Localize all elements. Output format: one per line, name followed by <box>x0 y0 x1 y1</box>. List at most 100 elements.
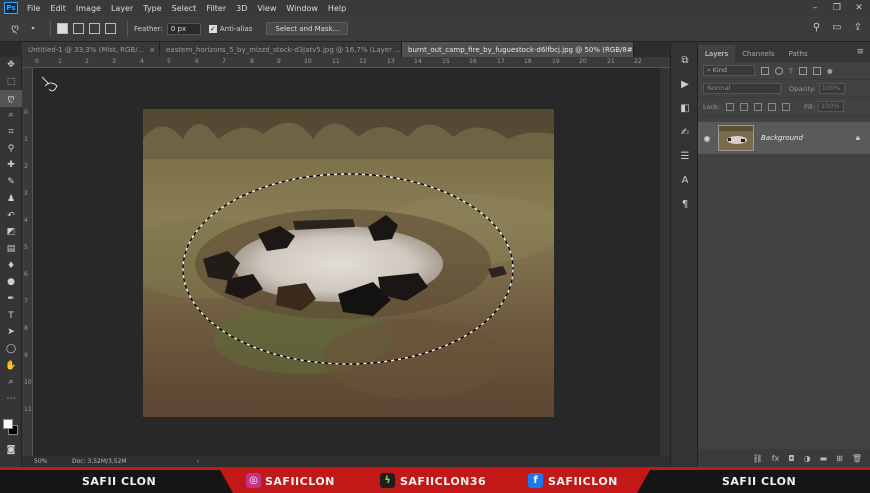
blend-mode-select[interactable]: Normal <box>703 83 781 94</box>
hand-tool-icon[interactable]: ✋ <box>0 357 22 374</box>
banner-right-name: SAFII CLON <box>722 475 797 488</box>
paragraph-panel-icon[interactable]: ¶ <box>671 192 699 216</box>
menu-file[interactable]: File <box>22 4 45 13</box>
eyedropper-tool-icon[interactable]: ⚲ <box>0 140 22 157</box>
foreground-color-swatch[interactable] <box>3 419 13 429</box>
restore-icon[interactable]: ❐ <box>826 0 848 16</box>
tab-untitled-1[interactable]: Untitled-1 @ 33,3% (Mist, RGB/... × <box>22 42 160 57</box>
menu-layer[interactable]: Layer <box>106 4 138 13</box>
lock-position-icon[interactable] <box>754 102 763 111</box>
tab-channels[interactable]: Channels <box>735 45 781 62</box>
intersect-selection-button[interactable] <box>105 23 116 34</box>
new-selection-button[interactable] <box>57 23 68 34</box>
layer-background[interactable]: ◉ Background 🔒︎ <box>698 122 870 154</box>
filter-toggle-icon[interactable]: ● <box>827 67 833 75</box>
menu-view[interactable]: View <box>252 4 281 13</box>
marquee-tool-icon[interactable]: ⬚ <box>0 74 22 91</box>
chevron-right-icon[interactable]: › <box>197 458 199 465</box>
character-panel-icon[interactable]: A <box>671 168 699 192</box>
close-icon[interactable]: ✕ <box>848 0 870 16</box>
type-filter-icon[interactable]: T <box>789 67 793 75</box>
subtract-from-selection-button[interactable] <box>89 23 100 34</box>
panel-menu-icon[interactable]: ≡ <box>856 47 870 57</box>
color-swatches[interactable] <box>3 419 19 437</box>
menu-help[interactable]: Help <box>323 4 351 13</box>
lasso-tool-preset-icon[interactable]: ღ <box>8 22 22 36</box>
history-brush-tool-icon[interactable]: ↶ <box>0 207 22 224</box>
smart-object-filter-icon[interactable] <box>812 66 821 75</box>
ruler-tick: 0 <box>35 58 39 65</box>
adjustment-filter-icon[interactable] <box>775 66 783 75</box>
close-icon[interactable]: × <box>149 46 155 54</box>
workspace-icon[interactable]: ▭ <box>832 22 841 33</box>
crop-tool-icon[interactable]: ⌗ <box>0 124 22 141</box>
properties-icon[interactable]: ☰ <box>671 144 699 168</box>
add-to-selection-button[interactable] <box>73 23 84 34</box>
brush-settings-icon[interactable]: ✍ <box>671 120 699 144</box>
menu-3d[interactable]: 3D <box>231 4 252 13</box>
clone-stamp-tool-icon[interactable]: ♟ <box>0 191 22 208</box>
move-tool-icon[interactable]: ✥ <box>0 57 22 74</box>
fill-input[interactable]: 100% <box>817 101 844 112</box>
quick-selection-tool-icon[interactable]: ⌕ <box>0 107 22 124</box>
select-and-mask-button[interactable]: Select and Mask... <box>266 22 349 35</box>
adjustments-icon[interactable]: ◧ <box>671 96 699 120</box>
blur-tool-icon[interactable]: ♦ <box>0 257 22 274</box>
zoom-level[interactable]: 50% <box>22 458 62 465</box>
lasso-tool-icon[interactable]: ღ <box>0 90 22 108</box>
layer-style-icon[interactable]: fx <box>772 454 780 463</box>
kind-filter-select[interactable]: ⌕ Kind <box>703 65 755 76</box>
lock-transparent-icon[interactable] <box>726 102 735 111</box>
banner-other-handle: SAFIICLON36 <box>400 475 487 488</box>
vertical-scrollbar[interactable] <box>660 68 670 456</box>
gradient-tool-icon[interactable]: ▤ <box>0 241 22 258</box>
zoom-tool-icon[interactable]: ⌕ <box>0 374 22 391</box>
menu-edit[interactable]: Edit <box>45 4 71 13</box>
chevron-down-icon[interactable]: ▾ <box>26 22 40 36</box>
dodge-tool-icon[interactable]: ● <box>0 274 22 291</box>
opacity-input[interactable]: 100% <box>818 83 845 94</box>
lock-artboard-icon[interactable] <box>768 102 777 111</box>
new-layer-icon[interactable]: ⊞ <box>836 454 843 463</box>
link-layers-icon[interactable]: ⛓ <box>753 454 763 463</box>
pen-tool-icon[interactable]: ✒ <box>0 291 22 308</box>
lock-image-icon[interactable] <box>740 102 749 111</box>
brush-tool-icon[interactable]: ✎ <box>0 174 22 191</box>
menu-select[interactable]: Select <box>167 4 202 13</box>
quick-mask-icon[interactable]: ◙ <box>0 442 22 459</box>
ruler-tick: 9 <box>24 352 28 359</box>
lock-icon[interactable]: 🔒︎ <box>856 133 860 143</box>
shape-filter-icon[interactable] <box>798 66 807 75</box>
actions-play-icon[interactable]: ▶ <box>671 72 699 96</box>
delete-layer-icon[interactable]: 🗑︎ <box>852 454 862 463</box>
feather-input[interactable]: 0 px <box>166 22 201 35</box>
more-tools-icon[interactable]: ⋯ <box>0 391 22 408</box>
lock-all-icon[interactable] <box>782 102 791 111</box>
minimize-icon[interactable]: – <box>804 0 826 16</box>
layer-name[interactable]: Background <box>761 134 803 142</box>
add-mask-icon[interactable]: ◘ <box>788 454 794 463</box>
share-icon[interactable]: ⇪ <box>854 22 862 33</box>
type-tool-icon[interactable]: T <box>0 307 22 324</box>
new-group-icon[interactable]: ▬ <box>820 454 828 463</box>
tab-paths[interactable]: Paths <box>782 45 815 62</box>
tab-eastern-horizons[interactable]: eastern_horizons_5_by_mizzd_stock-d3jatv… <box>160 42 402 57</box>
path-selection-tool-icon[interactable]: ➤ <box>0 324 22 341</box>
eraser-tool-icon[interactable]: ◩ <box>0 224 22 241</box>
document-image[interactable] <box>143 109 554 417</box>
menu-image[interactable]: Image <box>71 4 106 13</box>
pixel-filter-icon[interactable] <box>761 66 769 75</box>
ruler-tick: 3 <box>24 190 28 197</box>
history-panel-icon[interactable]: ⧉ <box>671 48 699 72</box>
antialias-checkbox[interactable]: ✓ <box>208 24 217 33</box>
tab-layers[interactable]: Layers <box>698 45 736 62</box>
visibility-eye-icon[interactable]: ◉ <box>698 134 716 143</box>
tab-burnt-out-camp-fire[interactable]: burnt_out_camp_fire_by_fuguestock-d6lfbc… <box>402 42 634 57</box>
shape-tool-icon[interactable]: ◯ <box>0 341 22 358</box>
menu-type[interactable]: Type <box>138 4 166 13</box>
menu-filter[interactable]: Filter <box>201 4 231 13</box>
search-icon[interactable]: ⚲ <box>813 22 820 33</box>
menu-window[interactable]: Window <box>281 4 323 13</box>
adjustment-layer-icon[interactable]: ◑ <box>804 454 811 463</box>
healing-brush-tool-icon[interactable]: ✚ <box>0 157 22 174</box>
